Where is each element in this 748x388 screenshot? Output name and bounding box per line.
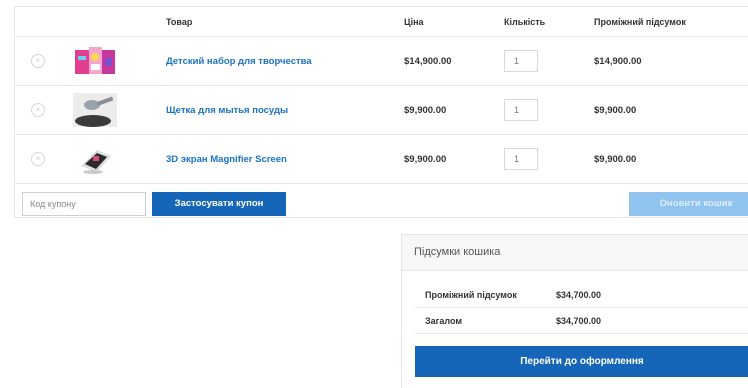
subtotal-label: Проміжний підсумок [425,290,517,300]
product-subtotal: $9,900.00 [594,105,637,116]
magnifier-screen-image[interactable] [73,142,117,176]
cart-item-row: × 3D экран Magnifier Screen $9,900.00 1 … [15,135,748,184]
dish-brush-image[interactable] [73,93,117,127]
cart-item-row: × Щетка для мытья посуды $9,900.00 1 $9,… [15,86,748,135]
total-row: Загалом $34,700.00 [415,308,748,334]
remove-item-button[interactable]: × [31,54,45,68]
header-quantity: Кількість [504,17,546,27]
header-price: Ціна [404,17,424,27]
product-price: $9,900.00 [404,154,447,165]
quantity-input[interactable]: 1 [504,148,538,170]
total-label: Загалом [425,316,463,326]
table-header-row: Товар Ціна Кількість Проміжний підсумок [15,7,748,37]
total-value: $34,700.00 [556,316,602,326]
cart-table: Товар Ціна Кількість Проміжний підсумок … [14,6,748,218]
apply-coupon-button[interactable]: Застосувати купон [152,192,286,216]
coupon-input[interactable]: Код купону [22,192,146,216]
product-price: $9,900.00 [404,105,447,116]
product-subtotal: $9,900.00 [594,154,637,165]
header-subtotal: Проміжний підсумок [594,17,686,27]
remove-item-button[interactable]: × [31,103,45,117]
product-link[interactable]: Детский набор для творчества [166,56,312,67]
quantity-input[interactable]: 1 [504,50,538,72]
cart-totals-title: Підсумки кошика [402,235,748,271]
proceed-to-checkout-button[interactable]: Перейти до оформлення [415,346,748,377]
quantity-input[interactable]: 1 [504,99,538,121]
cart-totals: Підсумки кошика Проміжний підсумок $34,7… [401,234,748,388]
kids-craft-kit-image[interactable] [73,44,117,78]
remove-item-button[interactable]: × [31,152,45,166]
product-subtotal: $14,900.00 [594,56,642,67]
subtotal-value: $34,700.00 [556,290,602,300]
product-link[interactable]: 3D экран Magnifier Screen [166,154,287,165]
update-cart-button[interactable]: Оновити кошик [629,192,748,216]
cart-item-row: × Детский набор для творчества $14,900.0… [15,37,748,86]
product-price: $14,900.00 [404,56,452,67]
subtotal-row: Проміжний підсумок $34,700.00 [415,282,748,308]
header-product: Товар [166,17,193,27]
product-link[interactable]: Щетка для мытья посуды [166,105,288,116]
